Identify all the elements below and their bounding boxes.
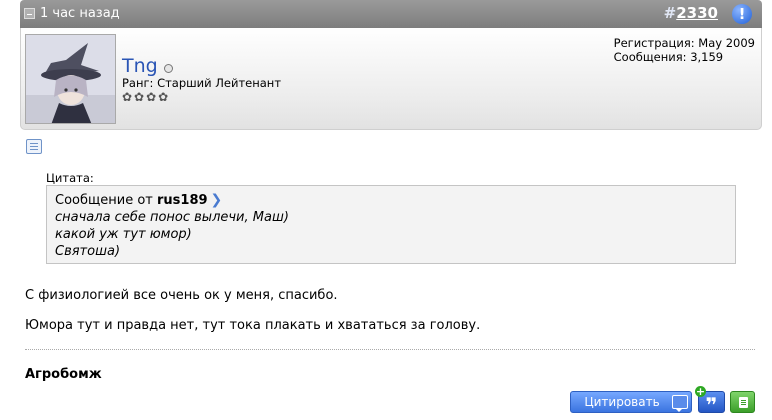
signature: Агробомж <box>25 367 102 382</box>
post-icon <box>26 139 42 154</box>
exclamation-icon[interactable]: ! <box>732 4 752 24</box>
quote-author: rus189 <box>157 193 208 208</box>
username[interactable]: Tng <box>122 55 158 77</box>
user-rank: Ранг: Старший Лейтенант <box>122 76 282 90</box>
avatar[interactable] <box>25 34 116 124</box>
quote-line: какой уж тут юмор) <box>55 227 192 242</box>
quote-line: Святоша) <box>55 244 121 259</box>
post-date: 1 час назад <box>24 6 120 21</box>
message-line: Юмора тут и правда нет, тут тока плакать… <box>25 318 481 333</box>
plus-icon: + <box>695 385 706 398</box>
quote-box: Сообщение от rus189 ❯ сначала себе понос … <box>46 185 736 264</box>
message-line: С физиологией все очень ок у меня, спаси… <box>25 288 338 303</box>
post-number: #2330 <box>664 4 718 22</box>
quote-from-prefix: Сообщение от <box>55 193 153 208</box>
quote-from: Сообщение от rus189 ❯ <box>55 192 727 209</box>
post-number-link[interactable]: 2330 <box>676 4 718 22</box>
post-date-text: 1 час назад <box>40 6 120 21</box>
signature-divider <box>25 349 755 350</box>
post-hash: # <box>663 4 677 22</box>
online-status-icon <box>164 64 173 73</box>
message-count: Сообщения: 3,159 <box>613 50 724 64</box>
rank-stars: ✿✿✿✿ <box>122 90 171 104</box>
quote-button[interactable]: Цитировать <box>570 391 692 413</box>
quick-reply-button[interactable] <box>730 391 755 413</box>
quote-label: Цитата: <box>46 171 94 185</box>
quote-marks-icon: ❞ <box>705 393 718 417</box>
post-header: 1 час назад #2330 ! <box>20 0 762 28</box>
page-icon <box>24 8 35 19</box>
user-panel: Tng Ранг: Старший Лейтенант ✿✿✿✿ Регистр… <box>20 28 762 130</box>
chevron-right-icon[interactable]: ❯ <box>211 192 223 208</box>
document-icon <box>739 397 748 408</box>
avatar-image <box>26 35 115 123</box>
registration-date: Регистрация: May 2009 <box>613 36 755 50</box>
multiquote-button[interactable]: + ❞ <box>695 386 725 417</box>
quote-line: сначала себе понос вылечи, Маш) <box>55 210 289 225</box>
comment-icon <box>672 395 688 412</box>
user-info: Регистрация: May 2009 Сообщения: 3,159 <box>614 36 755 64</box>
